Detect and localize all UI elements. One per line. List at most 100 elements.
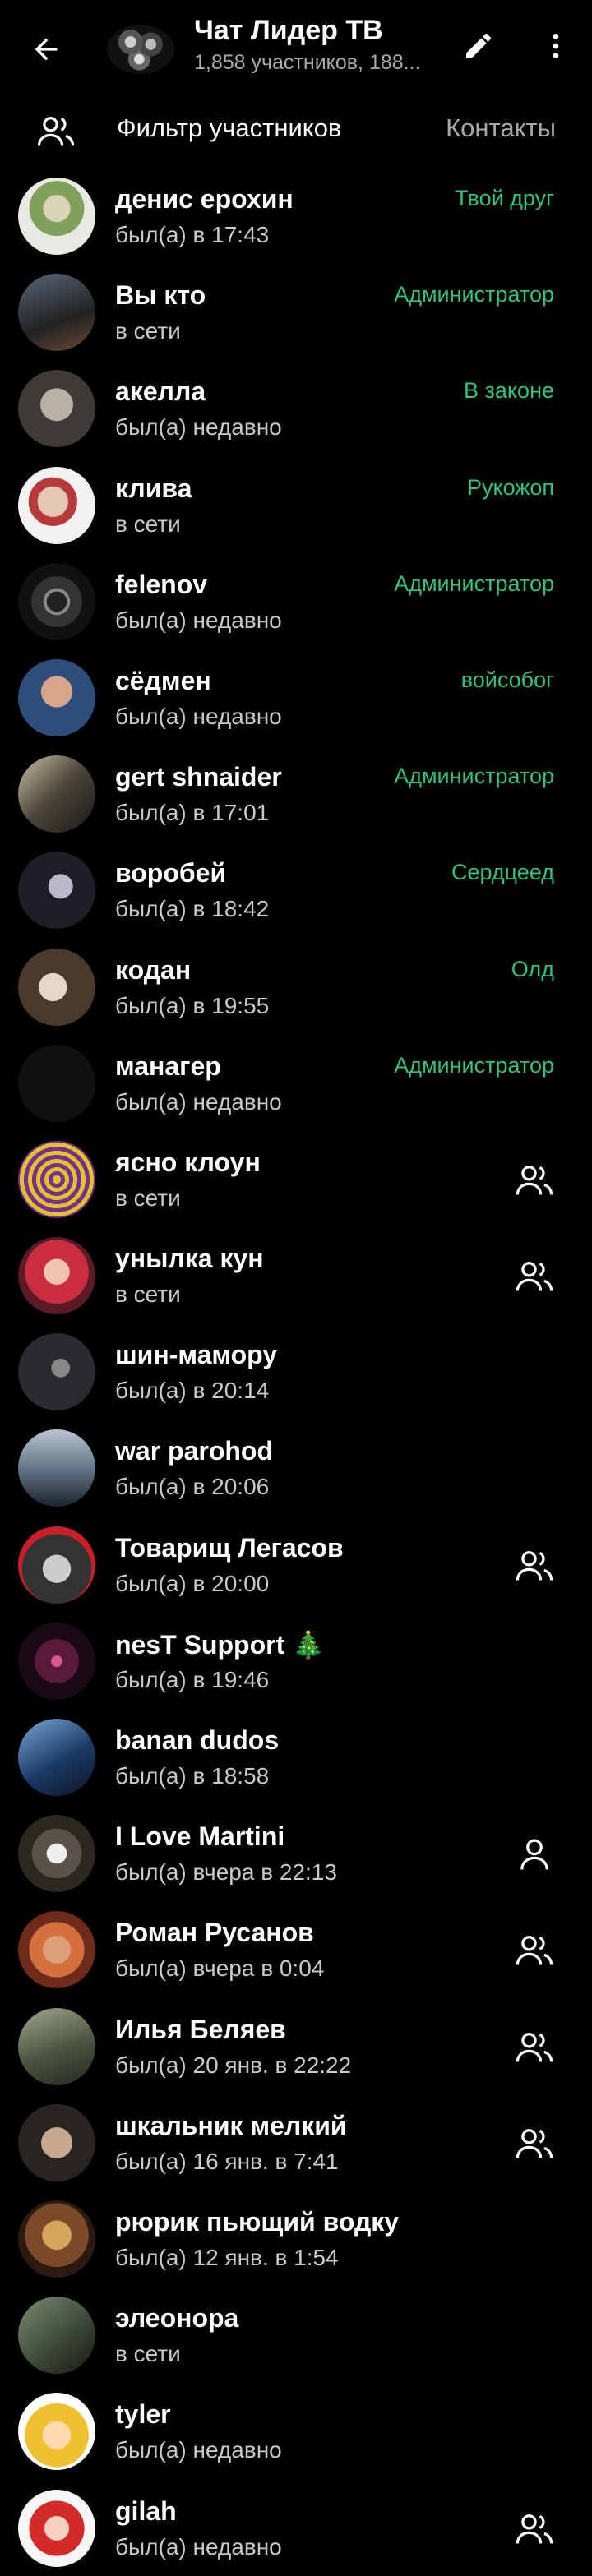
member-status: был(а) вчера в 22:13 (115, 1859, 337, 1886)
member-role-badge: Рукожоп (466, 474, 554, 500)
people-icon[interactable] (513, 2124, 556, 2163)
back-button[interactable] (23, 26, 69, 72)
avatar (18, 1911, 95, 1989)
people-icon[interactable] (513, 1161, 556, 1200)
member-row[interactable]: gilah был(а) недавно (0, 2480, 592, 2576)
member-list: денис ерохин был(а) в 17:43 Твой друг Вы кт… (0, 168, 592, 2576)
member-row[interactable]: унылка кун в сети (0, 1227, 592, 1323)
people-icon[interactable] (513, 1931, 556, 1970)
pencil-icon (466, 33, 492, 58)
member-row[interactable]: I Love Martini был(а) вчера в 22:13 (0, 1805, 592, 1901)
member-name: gert shnaider (115, 762, 282, 792)
member-row[interactable]: рюрик пьющий водку был(а) 12 янв. в 1:54 (0, 2191, 592, 2287)
avatar (18, 658, 95, 736)
member-status: был(а) 20 янв. в 22:22 (115, 2052, 352, 2078)
member-status: в сети (115, 2341, 181, 2367)
member-row[interactable]: Роман Русанов был(а) вчера в 0:04 (0, 1901, 592, 1997)
member-role-badge: Администратор (394, 764, 554, 789)
more-vert-icon (553, 34, 559, 58)
member-row[interactable]: gert shnaider был(а) в 17:01 Администратор (0, 746, 592, 842)
member-row[interactable]: war parohod был(а) в 20:06 (0, 1420, 592, 1516)
member-status: был(а) 12 янв. в 1:54 (115, 2244, 339, 2270)
member-status: был(а) в 20:00 (115, 1570, 270, 1596)
member-status: был(а) недавно (115, 2437, 282, 2463)
member-status: в сети (115, 1184, 181, 1211)
member-row[interactable]: элеонора в сети (0, 2287, 592, 2383)
avatar (18, 1333, 95, 1411)
member-role-badge: Администратор (394, 1052, 554, 1078)
member-name: Илья Беляев (115, 2014, 286, 2044)
people-icon[interactable] (513, 2028, 556, 2067)
member-name: Товарищ Легасов (115, 1532, 344, 1563)
chat-subtitle: 1,858 участников, 188... (194, 51, 421, 74)
avatar (18, 274, 95, 352)
avatar (18, 2103, 95, 2181)
avatar (18, 1140, 95, 1218)
member-row[interactable]: nesT Support 🎄 был(а) в 19:46 (0, 1613, 592, 1709)
member-name: nesT Support 🎄 (115, 1629, 325, 1660)
member-row[interactable]: tyler был(а) недавно (0, 2383, 592, 2479)
member-row[interactable]: клива в сети Рукожоп (0, 457, 592, 553)
person-icon[interactable] (513, 1835, 556, 1874)
member-row[interactable]: манагер был(а) недавно Администратор (0, 1035, 592, 1131)
member-role-badge: Олд (511, 956, 554, 981)
member-name: сёдмен (115, 665, 211, 695)
member-name: манагер (115, 1050, 221, 1081)
avatar (18, 466, 95, 544)
member-status: был(а) в 18:58 (115, 1763, 270, 1789)
member-name: felenov (115, 569, 208, 599)
member-row[interactable]: шин-мамору был(а) в 20:14 (0, 1323, 592, 1420)
member-row[interactable]: banan dudos был(а) в 18:58 (0, 1709, 592, 1805)
group-avatar[interactable] (107, 25, 174, 74)
member-name: I Love Martini (115, 1821, 285, 1852)
member-status: был(а) недавно (115, 2533, 282, 2560)
member-status: был(а) в 20:14 (115, 1378, 270, 1404)
member-name: клива (115, 473, 192, 503)
member-name: акелла (115, 376, 206, 407)
member-row[interactable]: акелла был(а) недавно В законе (0, 360, 592, 456)
member-row[interactable]: ясно клоун в сети (0, 1131, 592, 1227)
member-status: был(а) в 18:42 (115, 896, 270, 922)
member-row[interactable]: денис ерохин был(а) в 17:43 Твой друг (0, 168, 592, 264)
people-icon (35, 110, 77, 153)
member-row[interactable]: Илья Беляев был(а) 20 янв. в 22:22 (0, 1998, 592, 2094)
app-header: Чат Лидер ТВ 1,858 участников, 188... (0, 0, 592, 92)
member-role-badge: Сердцеед (451, 860, 554, 885)
member-status: в сети (115, 510, 181, 537)
chat-title[interactable]: Чат Лидер ТВ (194, 15, 383, 47)
people-icon[interactable] (513, 1257, 556, 1296)
member-name: унылка кун (115, 1244, 264, 1274)
people-icon[interactable] (513, 1546, 556, 1586)
member-row[interactable]: сёдмен был(а) недавно войсобог (0, 649, 592, 746)
contacts-button[interactable]: Контакты (446, 113, 556, 143)
member-row[interactable]: кодан был(а) в 19:55 Олд (0, 939, 592, 1035)
member-status: был(а) недавно (115, 1088, 282, 1115)
member-name: элеонора (115, 2303, 239, 2334)
member-status: был(а) недавно (115, 607, 282, 633)
member-status: в сети (115, 1281, 181, 1308)
member-name: ясно клоун (115, 1147, 261, 1177)
avatar (18, 2200, 95, 2278)
filter-members-button[interactable]: Фильтр участников (117, 113, 341, 143)
avatar (18, 755, 95, 833)
member-status: был(а) в 19:55 (115, 992, 270, 1018)
member-row[interactable]: Вы кто в сети Администратор (0, 264, 592, 360)
member-name: war parohod (115, 1436, 274, 1466)
member-status: был(а) недавно (115, 703, 282, 729)
member-row[interactable]: шкальник мелкий был(а) 16 янв. в 7:41 (0, 2094, 592, 2191)
member-row[interactable]: felenov был(а) недавно Администратор (0, 553, 592, 649)
member-name: шкальник мелкий (115, 2110, 347, 2140)
avatar (18, 2393, 95, 2471)
avatar (18, 1526, 95, 1604)
member-row[interactable]: Товарищ Легасов был(а) в 20:00 (0, 1517, 592, 1613)
more-options-button[interactable] (534, 25, 577, 67)
avatar (18, 178, 95, 255)
member-row[interactable]: воробей был(а) в 18:42 Сердцеед (0, 842, 592, 938)
edit-button[interactable] (457, 25, 500, 67)
member-name: tyler (115, 2399, 171, 2430)
member-status: был(а) в 19:46 (115, 1666, 270, 1692)
avatar (18, 562, 95, 640)
member-status: был(а) 16 янв. в 7:41 (115, 2148, 339, 2174)
people-icon[interactable] (513, 2509, 556, 2549)
member-role-badge: В законе (464, 378, 554, 404)
